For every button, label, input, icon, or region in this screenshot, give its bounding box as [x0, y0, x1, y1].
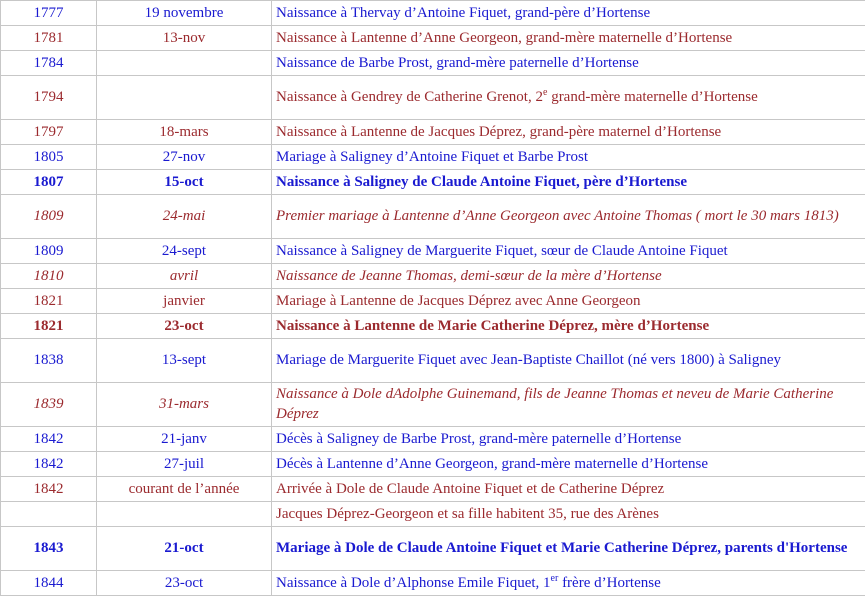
event-cell: Naissance à Saligney de Marguerite Fique…	[272, 239, 865, 264]
year-cell: 1794	[1, 76, 97, 120]
year-cell: 1797	[1, 120, 97, 145]
date-cell: 21-oct	[97, 527, 272, 571]
table-row: 1838 13-sept Mariage de Marguerite Fique…	[1, 339, 865, 383]
table-row: 1794 Naissance à Gendrey de Catherine Gr…	[1, 76, 865, 120]
table-row: 1777 19 novembre Naissance à Thervay d’A…	[1, 1, 865, 26]
event-cell: Premier mariage à Lantenne d’Anne George…	[272, 195, 865, 239]
date-cell	[97, 51, 272, 76]
year-cell: 1809	[1, 195, 97, 239]
event-cell: Naissance à Thervay d’Antoine Fiquet, gr…	[272, 1, 865, 26]
event-cell: Décès à Saligney de Barbe Prost, grand-m…	[272, 427, 865, 452]
date-cell: 27-juil	[97, 452, 272, 477]
event-text: grand-mère maternelle d’Hortense	[547, 89, 757, 105]
chronology-table: 1777 19 novembre Naissance à Thervay d’A…	[0, 0, 865, 596]
date-cell: 24-sept	[97, 239, 272, 264]
chronology-body: 1777 19 novembre Naissance à Thervay d’A…	[1, 1, 865, 596]
table-row: 1797 18-mars Naissance à Lantenne de Jac…	[1, 120, 865, 145]
event-cell: Mariage de Marguerite Fiquet avec Jean-B…	[272, 339, 865, 383]
date-cell	[97, 502, 272, 527]
event-cell: Mariage à Dole de Claude Antoine Fiquet …	[272, 527, 865, 571]
table-row: 1821 janvier Mariage à Lantenne de Jacqu…	[1, 289, 865, 314]
date-cell: 13-nov	[97, 26, 272, 51]
table-row: 1844 23-oct Naissance à Dole d’Alphonse …	[1, 571, 865, 596]
event-cell: Mariage à Lantenne de Jacques Déprez ave…	[272, 289, 865, 314]
year-cell: 1777	[1, 1, 97, 26]
date-cell: 23-oct	[97, 571, 272, 596]
table-row: 1809 24-sept Naissance à Saligney de Mar…	[1, 239, 865, 264]
event-cell: Naissance de Barbe Prost, grand-mère pat…	[272, 51, 865, 76]
table-row: 1821 23-oct Naissance à Lantenne de Mari…	[1, 314, 865, 339]
table-row: 1842 21-janv Décès à Saligney de Barbe P…	[1, 427, 865, 452]
year-cell: 1807	[1, 170, 97, 195]
date-cell: 31-mars	[97, 383, 272, 427]
year-cell: 1821	[1, 314, 97, 339]
event-cell: Naissance à Lantenne de Marie Catherine …	[272, 314, 865, 339]
year-cell: 1838	[1, 339, 97, 383]
date-cell: 15-oct	[97, 170, 272, 195]
date-cell: 19 novembre	[97, 1, 272, 26]
date-cell: 21-janv	[97, 427, 272, 452]
table-row: 1781 13-nov Naissance à Lantenne d’Anne …	[1, 26, 865, 51]
year-cell: 1842	[1, 427, 97, 452]
year-cell: 1805	[1, 145, 97, 170]
event-cell: Naissance à Saligney de Claude Antoine F…	[272, 170, 865, 195]
table-row: 1843 21-oct Mariage à Dole de Claude Ant…	[1, 527, 865, 571]
event-text: frère d’Hortense	[558, 575, 660, 591]
table-row: 1839 31-mars Naissance à Dole dAdolphe G…	[1, 383, 865, 427]
year-cell: 1810	[1, 264, 97, 289]
event-cell: Naissance à Lantenne de Jacques Déprez, …	[272, 120, 865, 145]
table-row: 1810 avril Naissance de Jeanne Thomas, d…	[1, 264, 865, 289]
date-cell	[97, 76, 272, 120]
event-text: Naissance à Gendrey de Catherine Grenot,…	[276, 89, 543, 105]
event-cell: Arrivée à Dole de Claude Antoine Fiquet …	[272, 477, 865, 502]
event-text: Naissance à Dole d’Alphonse Emile Fiquet…	[276, 575, 551, 591]
year-cell: 1842	[1, 477, 97, 502]
year-cell: 1839	[1, 383, 97, 427]
table-row: 1807 15-oct Naissance à Saligney de Clau…	[1, 170, 865, 195]
table-row: 1842 courant de l’année Arrivée à Dole d…	[1, 477, 865, 502]
event-cell: Naissance de Jeanne Thomas, demi-sœur de…	[272, 264, 865, 289]
table-row: 1809 24-mai Premier mariage à Lantenne d…	[1, 195, 865, 239]
table-row: Jacques Déprez-Georgeon et sa fille habi…	[1, 502, 865, 527]
event-cell: Naissance à Gendrey de Catherine Grenot,…	[272, 76, 865, 120]
date-cell: 13-sept	[97, 339, 272, 383]
event-cell: Jacques Déprez-Georgeon et sa fille habi…	[272, 502, 865, 527]
event-cell: Naissance à Lantenne d’Anne Georgeon, gr…	[272, 26, 865, 51]
event-cell: Mariage à Saligney d’Antoine Fiquet et B…	[272, 145, 865, 170]
event-cell: Naissance à Dole dAdolphe Guinemand, fil…	[272, 383, 865, 427]
year-cell: 1844	[1, 571, 97, 596]
year-cell	[1, 502, 97, 527]
date-cell: janvier	[97, 289, 272, 314]
event-cell: Décès à Lantenne d’Anne Georgeon, grand-…	[272, 452, 865, 477]
table-row: 1784 Naissance de Barbe Prost, grand-mèr…	[1, 51, 865, 76]
year-cell: 1843	[1, 527, 97, 571]
date-cell: 27-nov	[97, 145, 272, 170]
date-cell: 23-oct	[97, 314, 272, 339]
event-cell: Naissance à Dole d’Alphonse Emile Fiquet…	[272, 571, 865, 596]
year-cell: 1784	[1, 51, 97, 76]
date-cell: 24-mai	[97, 195, 272, 239]
table-row: 1842 27-juil Décès à Lantenne d’Anne Geo…	[1, 452, 865, 477]
date-cell: courant de l’année	[97, 477, 272, 502]
year-cell: 1821	[1, 289, 97, 314]
year-cell: 1809	[1, 239, 97, 264]
date-cell: 18-mars	[97, 120, 272, 145]
year-cell: 1781	[1, 26, 97, 51]
table-row: 1805 27-nov Mariage à Saligney d’Antoine…	[1, 145, 865, 170]
date-cell: avril	[97, 264, 272, 289]
year-cell: 1842	[1, 452, 97, 477]
